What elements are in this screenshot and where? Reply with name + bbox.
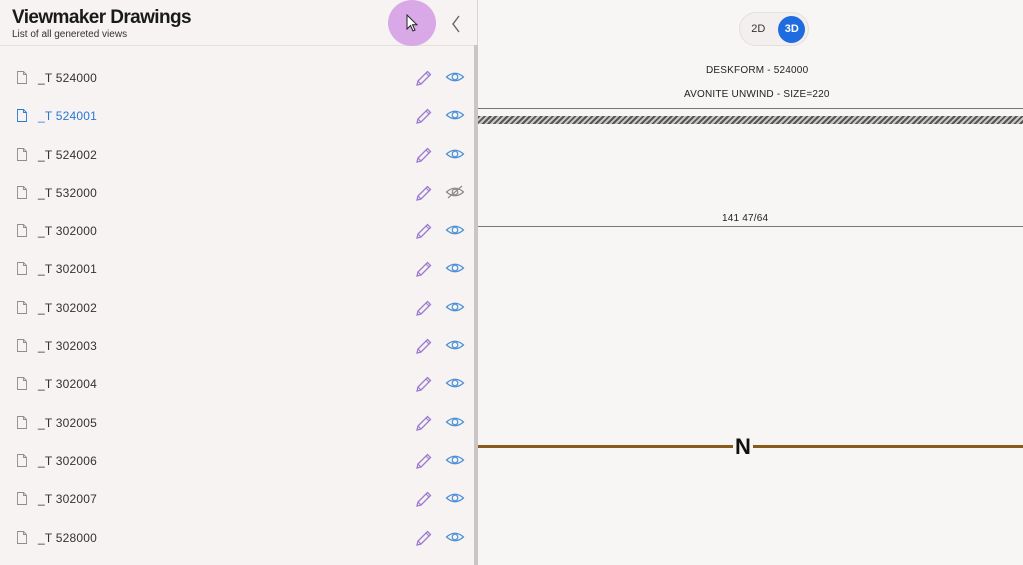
pencil-icon[interactable]	[414, 451, 434, 471]
drawing-subtitle: AVONITE UNWIND - SIZE=220	[684, 89, 830, 100]
file-icon	[17, 262, 27, 276]
eye-icon[interactable]	[445, 299, 465, 315]
drawing-edge-line	[478, 108, 1023, 109]
file-icon	[17, 377, 27, 391]
view-list-item-10[interactable]: _T 302006	[0, 442, 474, 480]
file-icon	[17, 185, 27, 199]
drawing-title: DESKFORM - 524000	[706, 65, 809, 76]
view-name: _T 302005	[38, 415, 97, 430]
view-mode-toggle[interactable]: 2D 3D	[739, 12, 809, 46]
views-panel: Viewmaker Drawings List of all genereted…	[0, 0, 478, 565]
file-icon	[17, 530, 27, 544]
pencil-icon[interactable]	[414, 183, 434, 203]
drawing-hatch-line	[478, 116, 1023, 124]
eye-icon[interactable]	[445, 529, 465, 545]
file-icon	[17, 415, 27, 429]
chevron-left-icon	[452, 15, 460, 33]
view-name: _T 302004	[38, 377, 97, 392]
view-list-item-3[interactable]: _T 532000	[0, 174, 474, 212]
view-name: _T 532000	[38, 185, 97, 200]
views-list: _T 524000 _T 524001 _T 524002 _T 532000 …	[0, 59, 474, 557]
view-name: _T 302006	[38, 453, 97, 468]
view-list-item-5[interactable]: _T 302001	[0, 250, 474, 288]
collapse-panel-button[interactable]	[446, 12, 466, 36]
file-icon	[17, 109, 27, 123]
view-list-item-1[interactable]: _T 524001	[0, 97, 474, 135]
dimension-line	[478, 226, 1023, 227]
pencil-icon[interactable]	[414, 68, 434, 88]
mouse-cursor-icon	[406, 14, 418, 32]
pencil-icon[interactable]	[414, 374, 434, 394]
pencil-icon[interactable]	[414, 221, 434, 241]
panel-title: Viewmaker Drawings	[12, 7, 192, 28]
file-icon	[17, 454, 27, 467]
view-list-item-7[interactable]: _T 302003	[0, 327, 474, 365]
view-list-item-11[interactable]: _T 302007	[0, 480, 474, 518]
eye-icon[interactable]	[445, 414, 465, 430]
file-icon	[17, 147, 27, 161]
pencil-icon[interactable]	[414, 336, 434, 356]
eye-icon[interactable]	[445, 375, 465, 391]
file-icon	[17, 71, 27, 84]
view-name: _T 302001	[38, 262, 97, 277]
panel-subtitle: List of all genereted views	[12, 29, 128, 40]
view-name: _T 524000	[38, 71, 97, 85]
eye-icon[interactable]	[445, 490, 465, 506]
view-list-item-12[interactable]: _T 528000	[0, 519, 474, 557]
pencil-icon[interactable]	[414, 106, 434, 126]
view-name: _T 302002	[38, 300, 97, 315]
dimension-label: 141 47/64	[722, 213, 769, 224]
view-name: _T 524002	[38, 147, 97, 162]
pencil-icon[interactable]	[414, 489, 434, 509]
eye-icon[interactable]	[445, 222, 465, 238]
file-icon	[17, 339, 27, 353]
view-name: _T 302007	[38, 492, 97, 507]
eye-icon[interactable]	[445, 337, 465, 353]
eye-icon[interactable]	[445, 69, 465, 85]
file-icon	[17, 224, 27, 238]
north-label: N	[733, 434, 753, 460]
pencil-icon[interactable]	[414, 145, 434, 165]
view-list-item-0[interactable]: _T 524000	[0, 59, 474, 97]
pencil-icon[interactable]	[414, 413, 434, 433]
view-name: _T 302003	[38, 339, 97, 354]
file-icon	[17, 300, 27, 314]
eye-icon[interactable]	[445, 107, 465, 123]
eye-off-icon[interactable]	[445, 184, 465, 200]
view-list-item-9[interactable]: _T 302005	[0, 404, 474, 442]
toggle-2d[interactable]: 2D	[743, 15, 773, 43]
view-list-item-2[interactable]: _T 524002	[0, 136, 474, 174]
view-list-item-8[interactable]: _T 302004	[0, 365, 474, 403]
view-list-item-4[interactable]: _T 302000	[0, 212, 474, 250]
panel-scrollbar[interactable]	[474, 45, 478, 565]
view-name: _T 528000	[38, 530, 97, 545]
pencil-icon[interactable]	[414, 298, 434, 318]
view-list-item-6[interactable]: _T 302002	[0, 289, 474, 327]
pencil-icon[interactable]	[414, 259, 434, 279]
view-name: _T 524001	[38, 109, 97, 124]
panel-header: Viewmaker Drawings List of all genereted…	[0, 0, 478, 46]
eye-icon[interactable]	[445, 260, 465, 276]
file-icon	[17, 492, 27, 506]
toggle-3d[interactable]: 3D	[778, 15, 805, 43]
eye-icon[interactable]	[445, 452, 465, 468]
view-name: _T 302000	[38, 224, 97, 239]
pencil-icon[interactable]	[414, 528, 434, 548]
eye-icon[interactable]	[445, 146, 465, 162]
